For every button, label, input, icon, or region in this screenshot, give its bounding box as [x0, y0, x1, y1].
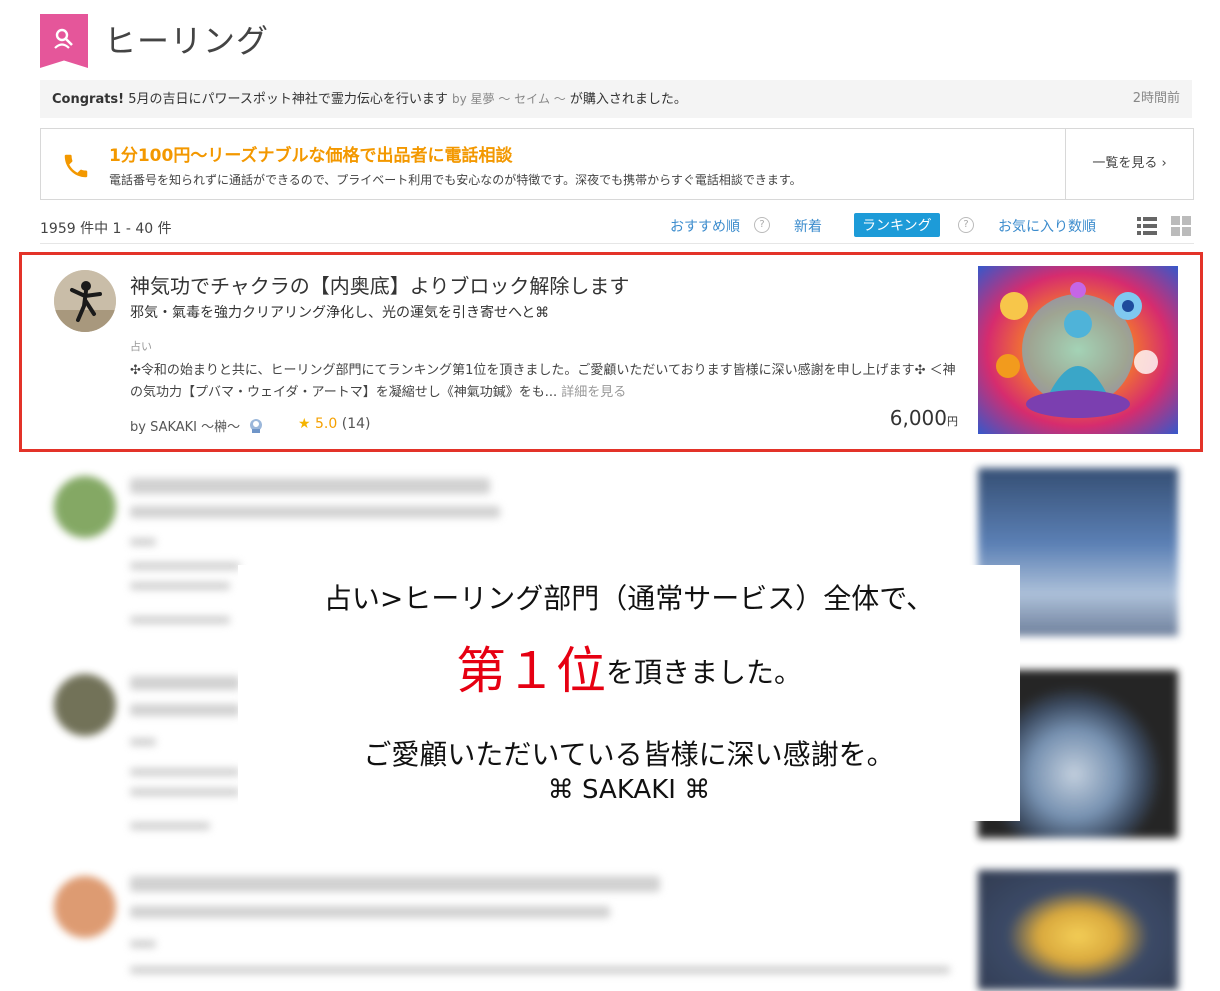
blurred-category — [130, 940, 156, 948]
blurred-subtitle — [130, 906, 610, 918]
view-list-link[interactable]: 一覧を見る › — [1065, 129, 1193, 199]
seller-name[interactable]: by SAKAKI ～榊～ — [130, 416, 264, 435]
blurred-seller — [130, 616, 230, 624]
blurred-description — [130, 966, 950, 974]
phone-banner-title: 1分100円〜リーズナブルな価格で出品者に電話相談 — [109, 146, 513, 166]
list-item[interactable] — [40, 862, 1190, 991]
seller-name-text: by SAKAKI ～榊～ — [130, 420, 241, 435]
blurred-category — [130, 738, 156, 746]
ranking-help-icon[interactable]: ? — [958, 217, 974, 233]
blurred-title — [130, 478, 490, 494]
announcement-line1: 占い>ヒーリング部門（通常サービス）全体で、 — [323, 582, 935, 615]
page-header: ヒーリング — [40, 14, 1190, 70]
blurred-seller — [130, 822, 210, 830]
service-description: ✣令和の始まりと共に、ヒーリング部門にてランキング第1位を頂きました。ご愛顧いた… — [130, 360, 960, 404]
featured-service-item[interactable]: 神気功でチャクラの【内奥底】よりブロック解除します 邪気・氣毒を強力クリアリング… — [40, 256, 1190, 446]
seller-avatar[interactable] — [54, 674, 116, 736]
congrats-label: Congrats! — [52, 92, 125, 107]
price-currency: 円 — [947, 415, 958, 428]
service-category: 占い — [130, 340, 152, 353]
service-thumbnail[interactable] — [978, 266, 1178, 434]
list-view-icon[interactable] — [1136, 215, 1158, 237]
phone-consult-banner[interactable]: 1分100円〜リーズナブルな価格で出品者に電話相談 電話番号を知られずに通話がで… — [40, 128, 1194, 200]
phone-icon — [64, 154, 88, 178]
service-price: 6,000円 — [890, 406, 958, 430]
blurred-title — [130, 676, 240, 690]
blurred-subtitle — [130, 506, 500, 518]
sort-new[interactable]: 新着 — [794, 216, 822, 236]
blurred-subtitle — [130, 704, 240, 716]
price-value: 6,000 — [889, 406, 947, 430]
announcement-line2: 第１位を頂きました。 — [238, 631, 1020, 703]
list-toolbar: 1959 件中 1 - 40 件 おすすめ順 ? 新着 ランキング ? お気に入… — [40, 210, 1194, 244]
blurred-description — [130, 582, 230, 590]
service-thumbnail[interactable] — [978, 870, 1178, 990]
result-count: 1959 件中 1 - 40 件 — [40, 221, 172, 237]
sort-recommended[interactable]: おすすめ順 — [670, 216, 740, 236]
seller-badge-icon — [250, 419, 263, 433]
purchase-notification: Congrats! 5月の吉日にパワースポット神社で霊力伝心を行います by 星… — [40, 80, 1192, 118]
seller-avatar[interactable] — [54, 876, 116, 938]
healing-category-icon — [40, 14, 88, 68]
help-icon[interactable]: ? — [754, 217, 770, 233]
service-description-text: ✣令和の始まりと共に、ヒーリング部門にてランキング第1位を頂きました。ご愛顧いた… — [130, 363, 956, 400]
service-rating: ★ 5.0 (14) — [298, 416, 370, 432]
blurred-description — [130, 562, 240, 570]
congrats-time: 2時間前 — [1132, 91, 1180, 106]
announcement-line2-suffix: を頂きました。 — [605, 656, 802, 689]
star-icon: ★ — [298, 416, 311, 432]
rating-score: 5.0 — [315, 416, 338, 432]
sort-ranking[interactable]: ランキング — [854, 213, 940, 237]
blurred-category — [130, 538, 156, 546]
ranking-announcement: 占い>ヒーリング部門（通常サービス）全体で、 第１位を頂きました。 ご愛顧いただ… — [238, 565, 1020, 821]
announcement-signature: ⌘ SAKAKI ⌘ — [547, 775, 711, 805]
ranking-first-place: 第１位 — [455, 642, 606, 700]
phone-banner-description: 電話番号を知られずに通話ができるので、プライベート利用でも安心なのが特徴です。深… — [109, 173, 802, 187]
congrats-suffix: が購入されました。 — [569, 92, 687, 107]
service-title[interactable]: 神気功でチャクラの【内奥底】よりブロック解除します — [130, 270, 629, 299]
seller-avatar[interactable] — [54, 476, 116, 538]
blurred-description — [130, 788, 240, 796]
review-count: (14) — [341, 416, 371, 432]
page-title: ヒーリング — [104, 22, 270, 60]
blurred-title — [130, 876, 660, 892]
congrats-seller[interactable]: by 星夢 ～ セイム ～ — [452, 92, 566, 106]
detail-link[interactable]: 詳細を見る — [561, 385, 626, 400]
blurred-description — [130, 768, 240, 776]
sort-favorites[interactable]: お気に入り数順 — [998, 216, 1096, 236]
congrats-service[interactable]: 5月の吉日にパワースポット神社で霊力伝心を行います — [128, 92, 448, 107]
seller-avatar[interactable] — [54, 270, 116, 332]
service-subtitle: 邪気・氣毒を強力クリアリング浄化し、光の運気を引き寄せへと⌘ — [130, 305, 550, 321]
announcement-line3: ご愛顧いただいている皆様に深い感謝を。 — [363, 738, 895, 771]
grid-view-icon[interactable] — [1170, 215, 1192, 237]
